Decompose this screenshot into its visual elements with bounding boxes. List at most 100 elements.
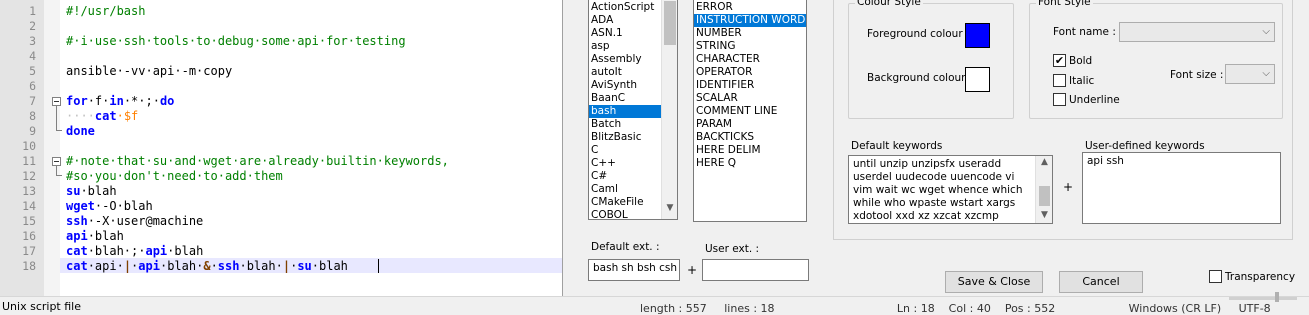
default-ext-label: Default ext. :: [591, 241, 660, 253]
code-line: wget·-O·blah: [66, 199, 153, 214]
style-item[interactable]: PARAM: [694, 118, 806, 131]
language-item[interactable]: CMakeFile: [589, 196, 661, 209]
cancel-button[interactable]: Cancel: [1059, 271, 1143, 293]
style-item[interactable]: INSTRUCTION WORD: [694, 14, 806, 27]
italic-checkbox[interactable]: [1053, 74, 1066, 87]
fold-line: [56, 106, 57, 130]
default-keywords-box[interactable]: until unzip unzipsfx useradd userdel uud…: [848, 155, 1053, 224]
scrollbar-thumb[interactable]: [1039, 186, 1050, 206]
underline-checkbox[interactable]: [1053, 93, 1066, 106]
code-text: ·blah: [311, 259, 348, 273]
code-line: cat·api·|·api·blah·&·ssh·blah·|·su·blah: [66, 259, 348, 274]
code-line: #so·you·don't·need·to·add·them: [66, 169, 283, 183]
status-info: length : 557 lines : 18 Ln : 18 Col : 40…: [640, 302, 1271, 315]
keyword: in: [109, 94, 124, 108]
keyword: cat: [66, 259, 88, 273]
style-item[interactable]: IDENTIFIER: [694, 79, 806, 92]
font-size-select[interactable]: ⌵: [1225, 64, 1275, 84]
fold-collapse-icon[interactable]: [52, 97, 61, 106]
language-list-scrollbar[interactable]: ▼: [661, 0, 677, 219]
code-text: ·blah: [80, 184, 117, 198]
bold-label: Bold: [1069, 55, 1093, 67]
language-item[interactable]: autoIt: [589, 66, 661, 79]
code-line: done: [66, 124, 95, 138]
line-number: 10: [22, 139, 36, 153]
style-item[interactable]: OPERATOR: [694, 66, 806, 79]
style-item[interactable]: HERE Q: [694, 157, 806, 170]
scroll-down-icon[interactable]: ▼: [1036, 210, 1053, 220]
language-item[interactable]: C#: [589, 170, 661, 183]
line-number: 9: [29, 124, 36, 138]
language-item[interactable]: C: [589, 144, 661, 157]
save-close-button[interactable]: Save & Close: [945, 271, 1043, 293]
line-number: 13: [22, 184, 36, 198]
language-list[interactable]: ActionScript ADA ASN.1 asp Assembly autoIt Avi…: [588, 0, 678, 220]
language-item[interactable]: Caml: [589, 183, 661, 196]
style-item[interactable]: COMMENT LINE: [694, 105, 806, 118]
background-colour-swatch[interactable]: [965, 67, 990, 92]
line-number: 3: [29, 34, 36, 48]
user-keywords-box[interactable]: api ssh: [1082, 152, 1281, 224]
scrollbar-thumb[interactable]: [664, 1, 676, 45]
foreground-colour-swatch[interactable]: [965, 23, 990, 48]
keyword: ssh: [217, 259, 240, 273]
chevron-down-icon: ⌵: [1262, 26, 1270, 37]
font-style-group: [1029, 3, 1283, 119]
code-text: ·: [210, 259, 218, 273]
scroll-down-icon[interactable]: ▼: [662, 203, 677, 213]
language-item[interactable]: BaanC: [589, 92, 661, 105]
style-item[interactable]: BACKTICKS: [694, 131, 806, 144]
colour-style-title: Colour Style: [855, 0, 923, 8]
code-text: ·blah·: [159, 259, 204, 273]
code-line: ssh·-X·user@machine: [66, 214, 203, 229]
keyword: su: [297, 259, 312, 273]
text-cursor: [378, 259, 379, 273]
code-line: #·note·that·su·and·wget·are·already·buil…: [66, 154, 449, 168]
language-item[interactable]: Batch: [589, 118, 661, 131]
underline-label: Underline: [1069, 94, 1120, 106]
transparency-slider[interactable]: [1229, 297, 1297, 300]
style-item[interactable]: NUMBER: [694, 27, 806, 40]
default-ext-field[interactable]: bash sh bsh csh bash_profile bashrc prof…: [588, 259, 680, 281]
slider-thumb[interactable]: [1275, 292, 1279, 302]
user-ext-label: User ext. :: [705, 243, 760, 255]
chevron-down-icon: ⌵: [1262, 68, 1270, 79]
bold-checkbox[interactable]: ✔: [1053, 54, 1066, 67]
line-number: 16: [22, 229, 36, 243]
style-item[interactable]: CHARACTER: [694, 53, 806, 66]
language-item[interactable]: asp: [589, 40, 661, 53]
language-item[interactable]: Assembly: [589, 53, 661, 66]
language-item[interactable]: ASN.1: [589, 27, 661, 40]
language-item[interactable]: C++: [589, 157, 661, 170]
language-item[interactable]: AviSynth: [589, 79, 661, 92]
style-item[interactable]: HERE DELIM: [694, 144, 806, 157]
fold-end: [56, 130, 62, 131]
style-list[interactable]: ERROR INSTRUCTION WORD NUMBER STRING CHARACT…: [693, 0, 807, 222]
line-number: 14: [22, 199, 36, 213]
style-item[interactable]: SCALAR: [694, 92, 806, 105]
language-item[interactable]: BlitzBasic: [589, 131, 661, 144]
file-type-label: Unix script file: [2, 300, 81, 313]
language-item[interactable]: bash: [589, 105, 661, 118]
scroll-up-icon[interactable]: ▲: [1036, 157, 1053, 167]
style-item[interactable]: STRING: [694, 40, 806, 53]
keywords-scrollbar[interactable]: ▲ ▼: [1035, 156, 1052, 223]
language-item[interactable]: ADA: [589, 14, 661, 27]
font-size-label: Font size :: [1170, 69, 1224, 81]
user-ext-field[interactable]: [702, 259, 809, 281]
code-text: ·-X·user@machine: [87, 214, 204, 228]
keyword: do: [159, 94, 175, 108]
transparency-checkbox[interactable]: [1209, 270, 1222, 283]
font-name-select[interactable]: ⌵: [1119, 22, 1275, 42]
fold-collapse-icon[interactable]: [52, 157, 61, 166]
code-text: ·blah·: [239, 259, 283, 273]
line-number: 2: [29, 19, 36, 33]
style-item[interactable]: ERROR: [694, 1, 806, 14]
code-editor[interactable]: 1 2 3 4 5 6 7 8 9 10 11 12 13 14 15 16 1…: [0, 0, 562, 296]
language-item[interactable]: ActionScript: [589, 1, 661, 14]
language-item[interactable]: COBOL: [589, 209, 661, 219]
fold-margin: [44, 0, 60, 296]
keyword: ssh: [66, 214, 88, 228]
line-number: 1: [29, 4, 36, 18]
keyword: api: [138, 259, 160, 273]
